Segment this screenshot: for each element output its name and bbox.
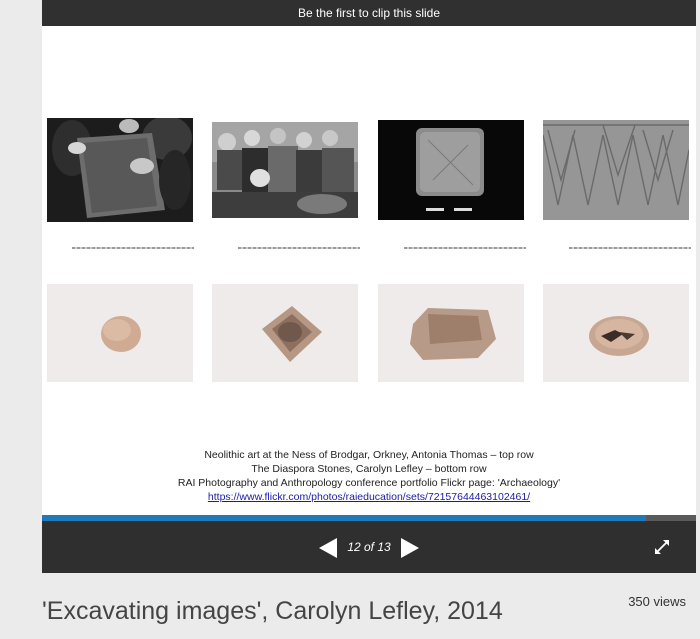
credit-line: RAI Photography and Anthropology confere… [177, 477, 561, 489]
photo-excavation-group [212, 122, 358, 218]
clip-banner[interactable]: Be the first to clip this slide [42, 0, 696, 26]
slide-credits: Neolithic art at the Ness of Brodgar, Or… [42, 448, 696, 504]
photo-incised-slab [378, 120, 524, 220]
slide-player: Be the first to clip this slide Neolithi… [42, 0, 696, 573]
view-count: 350 views [628, 594, 686, 609]
photo-stone-4 [543, 284, 689, 382]
photo-stone-3 [378, 284, 524, 382]
photo-stone-1 [47, 284, 193, 382]
page-counter: 12 of 13 [347, 540, 391, 554]
credit-line: The Diaspora Stones, Carolyn Lefley – bo… [251, 463, 487, 475]
fullscreen-icon[interactable] [654, 539, 670, 555]
player-controls: 12 of 13 [42, 521, 696, 573]
photo-carved-pattern [543, 120, 689, 220]
flickr-link[interactable]: https://www.flickr.com/photos/raieducati… [42, 490, 696, 504]
caption-line [72, 247, 194, 249]
credit-line: Neolithic art at the Ness of Brodgar, Or… [204, 449, 534, 461]
photo-stone-2 [212, 284, 358, 382]
next-arrow-icon[interactable] [401, 538, 419, 558]
slide-content: Neolithic art at the Ness of Brodgar, Or… [42, 26, 696, 515]
caption-line [569, 247, 691, 249]
prev-arrow-icon[interactable] [319, 538, 337, 558]
caption-line [404, 247, 526, 249]
photo-stone-handling [47, 118, 193, 222]
presentation-title[interactable]: 'Excavating images', Carolyn Lefley, 201… [42, 597, 503, 626]
caption-line [238, 247, 360, 249]
